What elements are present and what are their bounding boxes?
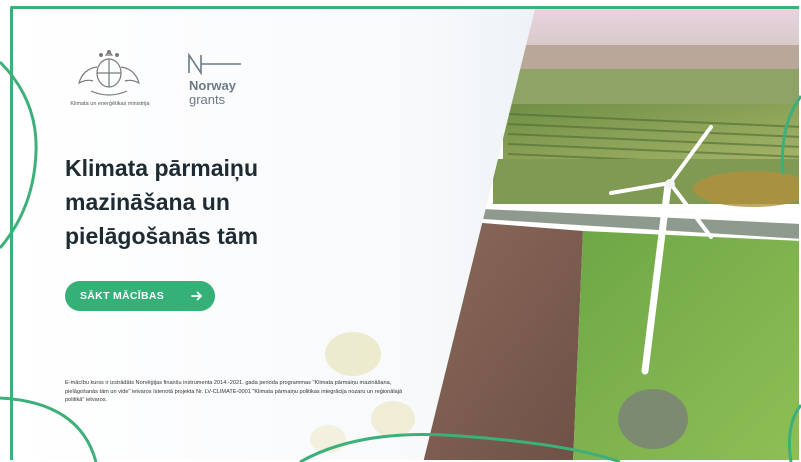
norway-grants-logo <box>188 53 241 75</box>
arrow-right-icon <box>191 291 202 301</box>
course-title-line: Klimata pārmaiņu <box>65 155 258 181</box>
funding-footnote: E-mācību kurss ir izstrādāts Norvēģijas … <box>65 380 403 404</box>
logos-bar: Klimata un enerģētikas ministrija Norway… <box>65 45 315 125</box>
course-start-screen: Klimata un enerģētikas ministrija Norway… <box>10 6 799 460</box>
course-title-line: pielāgošanās tām <box>65 223 259 249</box>
course-title-line: mazināšana un <box>65 189 230 215</box>
grants-label: grants <box>189 92 226 107</box>
start-learning-label: SĀKT MĀCĪBAS <box>80 290 165 302</box>
norway-label: Norway <box>189 78 236 93</box>
ministry-caption: Klimata un enerģētikas ministrija <box>70 101 150 107</box>
coat-of-arms-icon <box>78 50 140 96</box>
start-learning-button[interactable]: SĀKT MĀCĪBAS <box>65 281 215 311</box>
course-title: Klimata pārmaiņu mazināšana un pielāgoša… <box>65 151 365 253</box>
